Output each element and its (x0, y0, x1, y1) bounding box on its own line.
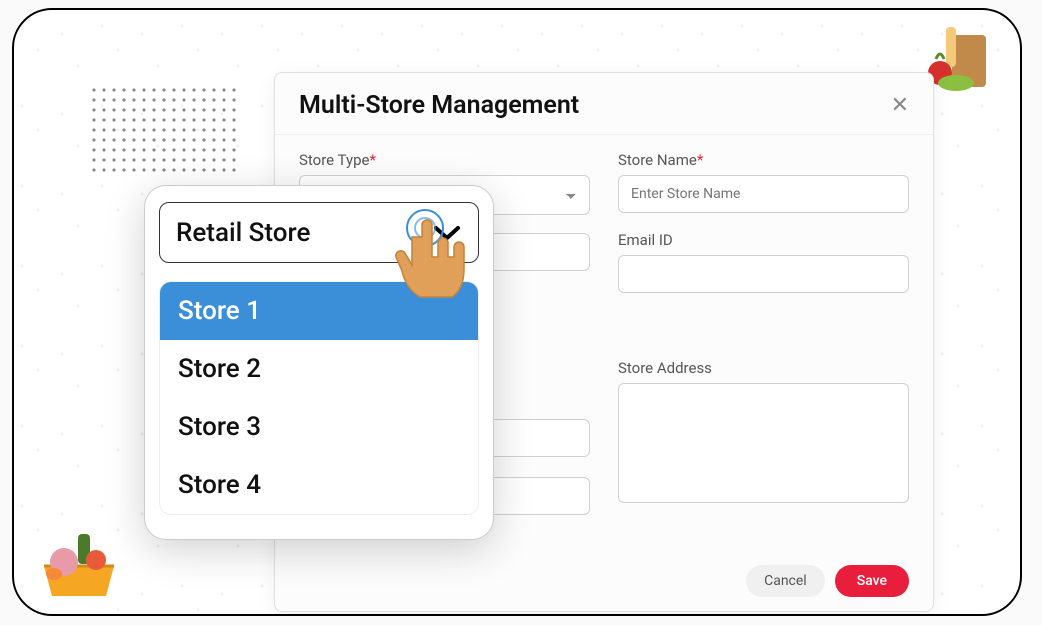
store-type-selected-value: Retail Store (176, 218, 310, 248)
store-name-input[interactable] (618, 175, 909, 213)
email-id-input[interactable] (618, 255, 909, 293)
store-address-textarea[interactable] (618, 383, 909, 503)
pointer-cursor-icon (388, 209, 488, 329)
store-type-label: Store Type* (299, 151, 590, 169)
store-option-3[interactable]: Store 3 (160, 398, 478, 456)
grocery-bag-icon (922, 17, 1002, 97)
store-type-dropdown-popup: Retail Store Store 1 Store 2 Store 3 Sto… (144, 185, 494, 540)
store-name-label: Store Name* (618, 151, 909, 169)
email-id-label: Email ID (618, 231, 909, 249)
store-type-dropdown-trigger[interactable]: Retail Store (159, 202, 479, 263)
store-option-2[interactable]: Store 2 (160, 340, 478, 398)
modal-title: Multi-Store Management (299, 91, 579, 120)
store-address-label: Store Address (618, 359, 909, 377)
close-icon: ✕ (891, 93, 909, 118)
close-button[interactable]: ✕ (891, 93, 909, 118)
store-option-4[interactable]: Store 4 (160, 456, 478, 514)
grocery-basket-icon (34, 516, 124, 606)
decorative-dot-grid (89, 85, 239, 175)
save-button[interactable]: Save (835, 565, 909, 597)
cancel-button[interactable]: Cancel (746, 565, 825, 597)
